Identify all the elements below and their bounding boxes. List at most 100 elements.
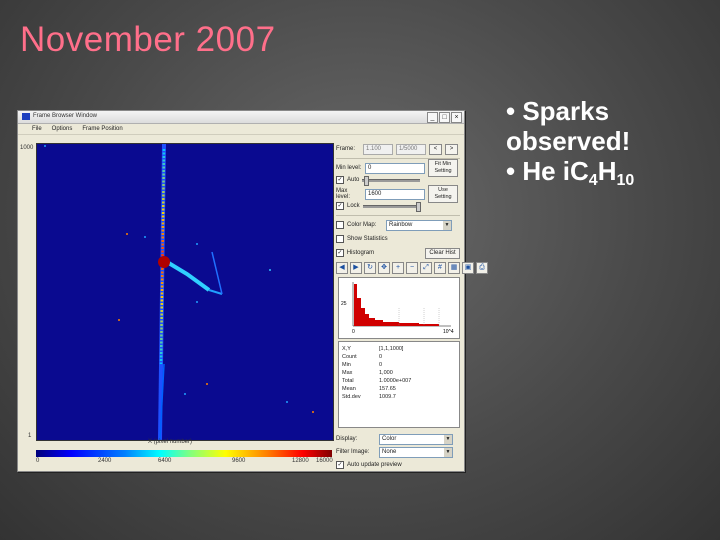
colorbar-tick: 12800	[292, 458, 309, 464]
bullet-sparks: • Sparks observed!	[506, 96, 631, 156]
spark-branch	[165, 260, 211, 292]
min-level-label: Min level:	[336, 165, 362, 171]
hist-x-start: 0	[352, 329, 355, 335]
chart-icon[interactable]: ▦	[448, 262, 460, 274]
spark-hotspot	[158, 256, 170, 268]
back-icon[interactable]: ◀	[336, 262, 348, 274]
next-frame-button[interactable]: >	[445, 143, 458, 155]
spark-image-svg	[44, 144, 314, 440]
grid-icon[interactable]: #	[434, 262, 446, 274]
max-slider[interactable]	[362, 201, 421, 212]
stat-key: Count	[342, 354, 357, 360]
hist-x-end: 10^4	[443, 329, 454, 335]
window-titlebar: Frame Browser Window _ □ ×	[18, 111, 464, 124]
colorbar-tick: 9600	[232, 458, 246, 464]
y-tick-top: 1000	[20, 145, 34, 151]
colorbar-tick: 2400	[98, 458, 112, 464]
stat-key: Min	[342, 362, 351, 368]
prev-frame-button[interactable]: <	[429, 143, 442, 155]
colormap-label: Color Map:	[347, 222, 377, 228]
histogram-plot[interactable]: 25 0 10^4	[338, 277, 460, 339]
zoom-out-icon[interactable]: −	[406, 262, 418, 274]
frame-image[interactable]	[36, 143, 334, 441]
auto-label: Auto	[347, 177, 360, 183]
stats-label: Show Statistics	[347, 236, 388, 242]
histogram-svg: 25 0 10^4	[341, 282, 454, 335]
colormap-row: Color Map: Rainbow ▼	[336, 219, 452, 231]
min-slider[interactable]	[362, 175, 421, 186]
auto-checkbox[interactable]: ✓	[336, 176, 344, 184]
max-level-input[interactable]: 1600	[365, 188, 425, 200]
frame-browser-window: Frame Browser Window _ □ × File Options …	[17, 110, 488, 472]
colorbar-ticks: 0 2400 6400 9600 12800 16000	[36, 458, 346, 466]
zoom-fit-icon[interactable]: ⤢	[420, 262, 432, 274]
stat-key: Max	[342, 370, 353, 376]
menu-options[interactable]: Options	[52, 126, 73, 132]
max-level-label: Max level:	[336, 188, 351, 200]
stat-value: [1,1,1000]	[379, 346, 404, 352]
auto-row: ✓ Auto	[336, 174, 421, 186]
forward-icon[interactable]: ▶	[350, 262, 362, 274]
stat-key: Mean	[342, 386, 356, 392]
frame-total: 1/5000	[396, 143, 426, 155]
stats-checkbox[interactable]	[336, 235, 344, 243]
stat-value: 1,000	[379, 370, 393, 376]
stat-value: 1.0000e+007	[379, 378, 412, 384]
refresh-icon[interactable]: ↻	[364, 262, 376, 274]
app-icon	[22, 113, 30, 120]
min-level-row: Min level: 0 Fit Min Setting	[336, 159, 458, 177]
fit-max-button[interactable]: Use Setting	[428, 185, 458, 203]
minimize-icon[interactable]: _	[427, 112, 438, 123]
stat-key: Std.dev	[342, 394, 361, 400]
hist-toolbar: ◀ ▶ ↻ ✥ + − ⤢ # ▦ ▣ ⎙	[336, 262, 488, 274]
histogram-checkbox[interactable]: ✓	[336, 249, 344, 257]
clear-hist-button[interactable]: Clear Hist	[425, 247, 461, 259]
menu-file[interactable]: File	[32, 126, 42, 132]
print-icon[interactable]: ⎙	[476, 262, 488, 274]
chevron-down-icon: ▼	[443, 220, 451, 230]
stat-value: 0	[379, 354, 383, 360]
stats-row: Show Statistics	[336, 233, 388, 245]
stat-key: X,Y	[342, 346, 351, 352]
x-axis-label: X (pixel number)	[148, 439, 193, 445]
window-title: Frame Browser Window	[33, 113, 98, 119]
zoom-in-icon[interactable]: +	[392, 262, 404, 274]
filter-select[interactable]: None ▼	[379, 446, 453, 458]
menu-frame-position[interactable]: Frame Position	[82, 126, 122, 132]
lock-row: ✓ Lock	[336, 200, 421, 212]
close-icon[interactable]: ×	[451, 112, 462, 123]
y-axis: 1000 1	[18, 143, 36, 443]
hist-y-tick: 25	[341, 301, 347, 307]
frame-label: Frame:	[336, 146, 356, 152]
colormap-checkbox[interactable]	[336, 221, 344, 229]
slide-title: November 2007	[20, 20, 276, 59]
statistics-box: X,Y [1,1,1000] Count 0 Min 0 Max 1,000 T…	[338, 341, 460, 428]
y-tick-bottom: 1	[28, 433, 32, 439]
histogram-row: ✓ Histogram Clear Hist	[336, 247, 461, 259]
colorbar-tick: 0	[36, 458, 40, 464]
chevron-down-icon: ▼	[444, 447, 452, 457]
display-select[interactable]: Color ▼	[379, 433, 453, 445]
maximize-icon[interactable]: □	[439, 112, 450, 123]
control-panel: Frame: 1.100 1/5000 < > Min level: 0 Fit…	[336, 141, 488, 469]
fit-min-button[interactable]: Fit Min Setting	[428, 159, 458, 177]
menubar: File Options Frame Position	[18, 124, 464, 135]
display-row: Display: Color ▼	[336, 433, 453, 445]
filter-row: Filter Image: None ▼	[336, 446, 453, 458]
save-icon[interactable]: ▣	[462, 262, 474, 274]
min-level-input[interactable]: 0	[365, 162, 425, 174]
lock-checkbox[interactable]: ✓	[336, 202, 344, 210]
max-level-row: Max level: 1600 Use Setting	[336, 185, 458, 203]
auto-update-row: ✓ Auto update preview	[336, 459, 402, 471]
auto-update-checkbox[interactable]: ✓	[336, 461, 344, 469]
histogram-label: Histogram	[346, 250, 375, 256]
stat-value: 157.65	[379, 386, 396, 392]
auto-update-label: Auto update preview	[347, 462, 402, 468]
frame-input[interactable]: 1.100	[363, 143, 393, 155]
stat-key: Total	[342, 378, 354, 384]
pan-icon[interactable]: ✥	[378, 262, 390, 274]
display-label: Display:	[336, 436, 358, 442]
colormap-select[interactable]: Rainbow ▼	[386, 219, 452, 231]
frame-row: Frame: 1.100 1/5000 < >	[336, 143, 458, 155]
colorbar-tick: 6400	[158, 458, 172, 464]
